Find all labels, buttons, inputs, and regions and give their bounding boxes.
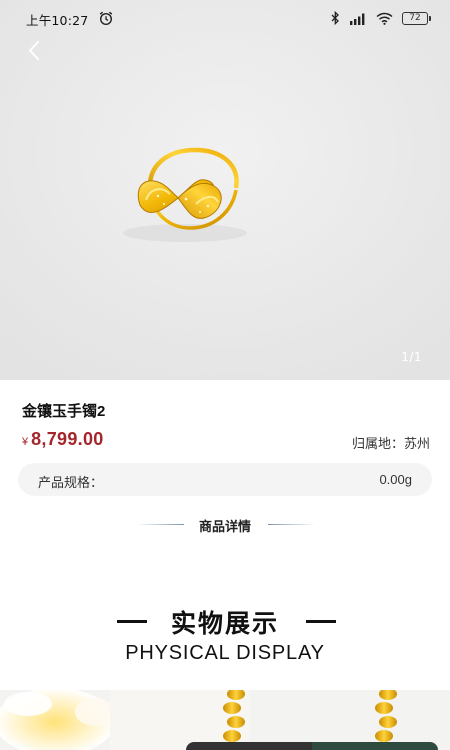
details-section-header: 商品详情: [0, 514, 450, 534]
spec-value: 0.00g: [379, 472, 412, 487]
location-label: 归属地：苏州: [351, 436, 430, 451]
detail-photo: [0, 690, 450, 750]
wifi-icon: [376, 12, 393, 25]
battery-icon: 72: [402, 11, 431, 25]
chevron-left-icon: [29, 41, 39, 60]
price: ¥ 8,799.00: [22, 429, 104, 450]
alarm-icon: [99, 11, 113, 26]
product-image-gallery[interactable]: 上午10:27 72 1/1: [0, 0, 450, 380]
display-heading: 实物展示: [0, 604, 450, 638]
display-title-cn: 实物展示: [170, 610, 279, 638]
heading-dash: [306, 620, 336, 623]
spec-label: 产品规格：: [38, 475, 104, 490]
bottom-action-bar[interactable]: [186, 742, 438, 750]
signal-icon: [350, 13, 365, 25]
image-counter: 1/1: [401, 350, 422, 364]
divider-line: [268, 524, 316, 525]
spec-row: 产品规格： 0.00g: [18, 463, 432, 496]
status-bar: 上午10:27 72: [0, 0, 450, 36]
details-title: 商品详情: [198, 519, 251, 534]
bluetooth-icon: [331, 11, 339, 25]
price-value: 8,799.00: [31, 429, 104, 449]
status-time: 上午10:27: [26, 13, 89, 28]
back-button[interactable]: [18, 36, 52, 66]
battery-level: 72: [409, 12, 421, 23]
product-title: 金镶玉手镯2: [22, 403, 106, 420]
price-currency: ¥: [22, 436, 29, 448]
product-photo: [0, 0, 450, 380]
display-title-en: PHYSICAL DISPLAY: [125, 642, 325, 664]
